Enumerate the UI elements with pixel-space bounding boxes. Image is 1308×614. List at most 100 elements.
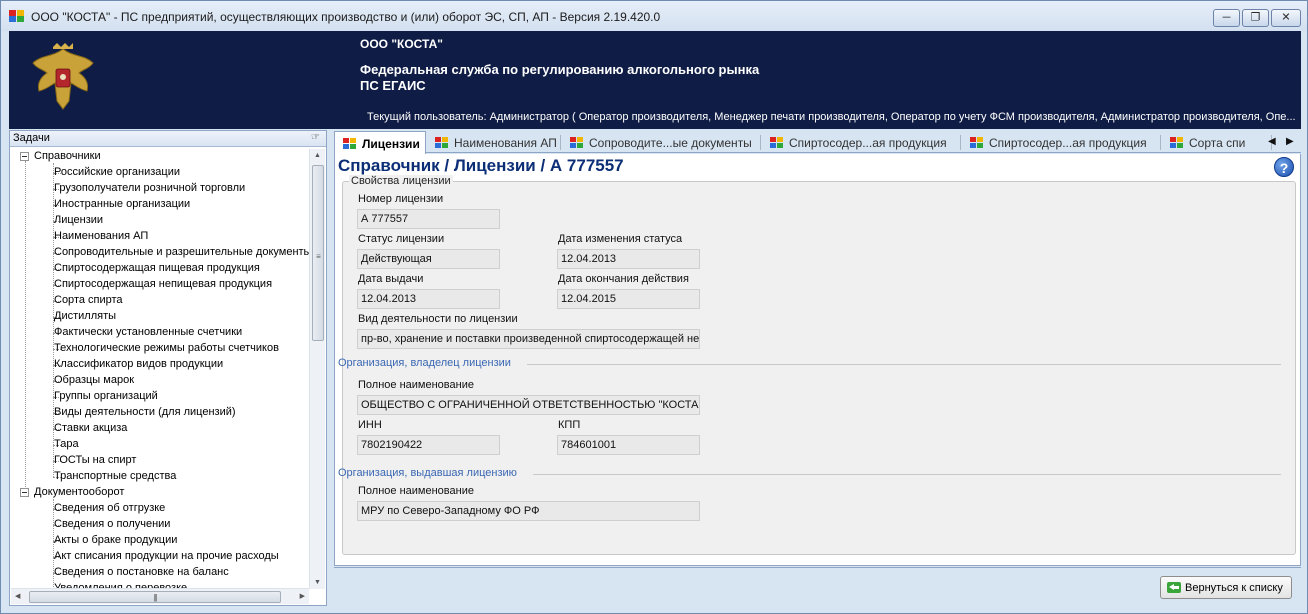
tree-item-label: Виды деятельности (для лицензий) xyxy=(54,406,236,418)
tab-label: Сопроводите...ые документы xyxy=(589,136,752,150)
tree-item[interactable]: Образцы марок xyxy=(10,373,310,389)
tree-item-label: Российские организации xyxy=(54,166,180,178)
tree-item[interactable]: Сопроводительные и разрешительные докуме… xyxy=(10,245,310,261)
tree-item-label: Классификатор видов продукции xyxy=(54,358,224,370)
tree-item[interactable]: Спиртосодержащая пищевая продукция xyxy=(10,261,310,277)
activity-field[interactable]: пр-во, хранение и поставки произведенной… xyxy=(357,329,700,349)
tree-group[interactable]: Справочники xyxy=(10,149,310,165)
tree-group[interactable]: Документооборот xyxy=(10,485,310,501)
tree-item[interactable]: ГОСТы на спирт xyxy=(10,453,310,469)
tree-item[interactable]: Грузополучатели розничной торговли xyxy=(10,181,310,197)
status-change-field[interactable]: 12.04.2013 xyxy=(557,249,700,269)
collapse-icon[interactable] xyxy=(20,488,29,497)
scroll-down-icon[interactable]: ▼ xyxy=(314,579,321,586)
tree-item[interactable]: Группы организаций xyxy=(10,389,310,405)
tree-item[interactable]: Сорта спирта xyxy=(10,293,310,309)
tree-item[interactable]: Технологические режимы работы счетчиков xyxy=(10,341,310,357)
tab-5[interactable]: Спиртосодер...ая продукция xyxy=(962,133,1161,153)
document-icon xyxy=(343,138,357,150)
tree-item[interactable]: Сведения об отгрузке xyxy=(10,501,310,517)
collapse-icon[interactable] xyxy=(20,152,29,161)
tree-item-label: Сведения об отгрузке xyxy=(54,502,166,514)
scroll-up-icon[interactable]: ▲ xyxy=(314,152,321,159)
tree-item[interactable]: Тара xyxy=(10,437,310,453)
hscroll-thumb[interactable]: ||| xyxy=(29,591,281,603)
tree-vertical-scrollbar[interactable]: ▲ ≡ ▼ xyxy=(309,149,325,589)
tree-item[interactable]: Сведения о получении xyxy=(10,517,310,533)
scroll-right-icon[interactable]: ▶ xyxy=(300,592,305,600)
app-window: ООО "КОСТА" - ПС предприятий, осуществля… xyxy=(0,0,1308,614)
tab-1[interactable]: Лицензии xyxy=(334,131,426,154)
activity-label: Вид деятельности по лицензии xyxy=(358,313,518,325)
tree-item[interactable]: Классификатор видов продукции xyxy=(10,357,310,373)
tree-item[interactable]: Фактически установленные счетчики xyxy=(10,325,310,341)
tabs-scroll-right-icon[interactable]: ▶ xyxy=(1286,136,1294,147)
tree-item-label: Технологические режимы работы счетчиков xyxy=(54,342,279,354)
bottom-bar: Вернуться к списку xyxy=(334,567,1301,607)
tree-item-label: Иностранные организации xyxy=(54,198,191,210)
license-card: Справочник / Лицензии / А 777557 ? Свойс… xyxy=(334,154,1301,566)
tree-item-label: Лицензии xyxy=(54,214,104,226)
close-button[interactable]: ✕ xyxy=(1271,9,1301,27)
tabs-scroll-left-icon[interactable]: ◀ xyxy=(1268,136,1276,147)
scroll-thumb[interactable]: ≡ xyxy=(312,165,324,341)
help-icon[interactable]: ? xyxy=(1274,157,1294,177)
tasks-header: Задачи ☞ xyxy=(10,131,326,147)
title-bar: ООО "КОСТА" - ПС предприятий, осуществля… xyxy=(1,1,1307,31)
tab-3[interactable]: Сопроводите...ые документы xyxy=(562,133,761,153)
tasks-title: Задачи xyxy=(13,132,50,144)
tree-item-label: Фактически установленные счетчики xyxy=(54,326,243,338)
tree-item-label: Транспортные средства xyxy=(54,470,177,482)
close-icon: ✕ xyxy=(1281,11,1291,24)
tree-item-label: Грузополучатели розничной торговли xyxy=(54,182,246,194)
tree-item[interactable]: Лицензии xyxy=(10,213,310,229)
tree-item[interactable]: Дистилляты xyxy=(10,309,310,325)
banner-system: ПС ЕГАИС xyxy=(360,78,426,93)
banner-org: ООО "КОСТА" xyxy=(360,37,443,51)
tree-item[interactable]: Российские организации xyxy=(10,165,310,181)
tree-item-label: Сопроводительные и разрешительные докуме… xyxy=(54,246,310,258)
tree-item[interactable]: Спиртосодержащая непищевая продукция xyxy=(10,277,310,293)
back-to-list-button[interactable]: Вернуться к списку xyxy=(1160,576,1292,599)
tab-4[interactable]: Спиртосодер...ая продукция xyxy=(762,133,961,153)
tree-item[interactable]: Сведения о постановке на баланс xyxy=(10,565,310,581)
tree-item-label: Тара xyxy=(54,438,79,450)
restore-button[interactable]: ❐ xyxy=(1242,9,1269,27)
tree-item[interactable]: Акты о браке продукции xyxy=(10,533,310,549)
header-banner: ООО "КОСТА" Федеральная служба по регули… xyxy=(9,31,1301,129)
status-field[interactable]: Действующая xyxy=(357,249,500,269)
issuer-name-field[interactable]: МРУ по Северо-Западному ФО РФ xyxy=(357,501,700,521)
owner-section-divider xyxy=(527,364,1281,365)
inn-field[interactable]: 7802190422 xyxy=(357,435,500,455)
tree-horizontal-scrollbar[interactable]: ◀ ||| ▶ xyxy=(11,588,309,604)
tree-item[interactable]: Виды деятельности (для лицензий) xyxy=(10,405,310,421)
tree-item-label: ГОСТы на спирт xyxy=(54,454,137,466)
minimize-icon: ─ xyxy=(1222,11,1231,24)
kpp-field[interactable]: 784601001 xyxy=(557,435,700,455)
tab-label: Сорта спи xyxy=(1189,136,1246,150)
tree-item[interactable]: Иностранные организации xyxy=(10,197,310,213)
issuer-section-divider xyxy=(533,474,1281,475)
tree-item-label: Спиртосодержащая непищевая продукция xyxy=(54,278,273,290)
tree-item[interactable]: Транспортные средства xyxy=(10,469,310,485)
tab-6[interactable]: Сорта спи xyxy=(1162,133,1272,153)
expiry-date-field[interactable]: 12.04.2015 xyxy=(557,289,700,309)
license-number-field[interactable]: А 777557 xyxy=(357,209,500,229)
tab-2[interactable]: Наименования АП xyxy=(427,133,561,153)
tab-label: Спиртосодер...ая продукция xyxy=(789,136,947,150)
tree-item[interactable]: Ставки акциза xyxy=(10,421,310,437)
issue-date-field[interactable]: 12.04.2013 xyxy=(357,289,500,309)
app-icon xyxy=(9,10,25,22)
status-change-label: Дата изменения статуса xyxy=(558,233,683,245)
issuer-name-label: Полное наименование xyxy=(358,485,474,497)
tree-item[interactable]: Акт списания продукции на прочие расходы xyxy=(10,549,310,565)
scroll-left-icon[interactable]: ◀ xyxy=(15,592,20,600)
page-title: Справочник / Лицензии / А 777557 xyxy=(338,156,624,175)
owner-name-field[interactable]: ОБЩЕСТВО С ОГРАНИЧЕННОЙ ОТВЕТСТВЕННОСТЬЮ… xyxy=(357,395,700,415)
tree-item[interactable]: Наименования АП xyxy=(10,229,310,245)
issuer-section-title: Организация, выдавшая лицензию xyxy=(338,467,517,479)
license-number-label: Номер лицензии xyxy=(358,193,444,205)
document-icon xyxy=(435,137,449,149)
pin-icon[interactable]: ☞ xyxy=(311,132,320,143)
minimize-button[interactable]: ─ xyxy=(1213,9,1240,27)
